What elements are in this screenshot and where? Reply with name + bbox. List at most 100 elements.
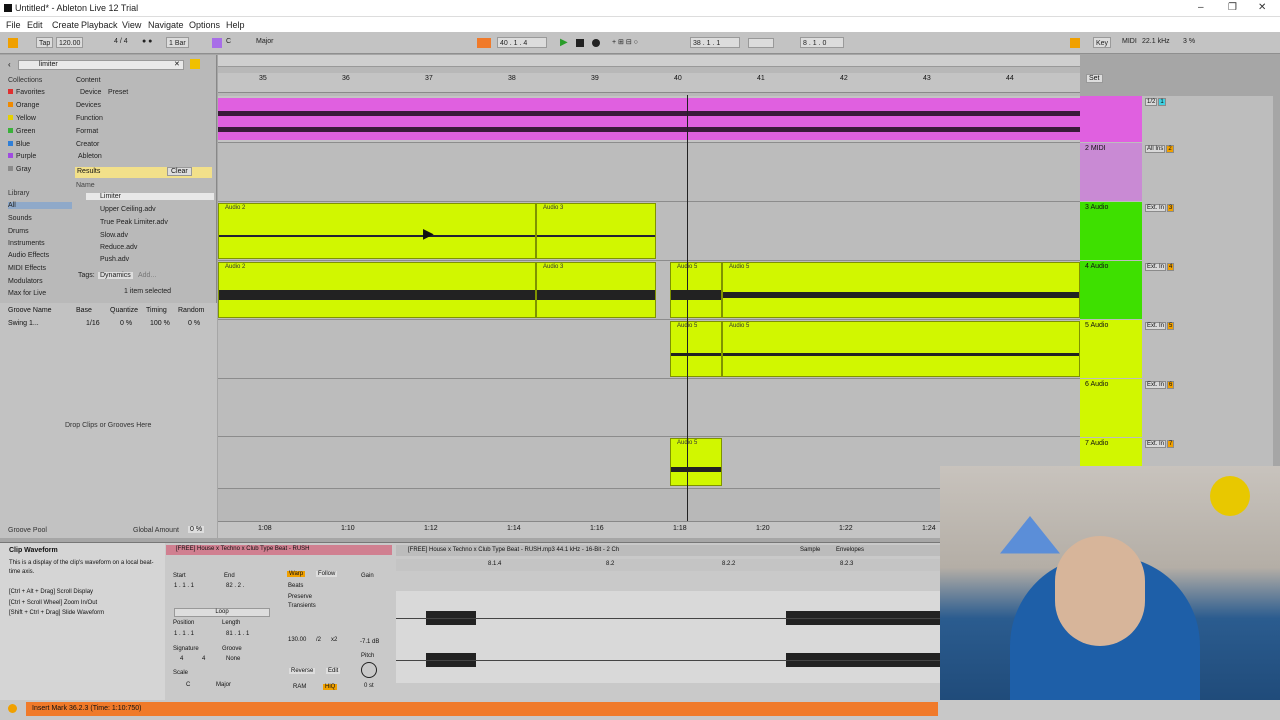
beat-ruler[interactable]: 35 36 37 38 39 40 41 42 43 44 <box>218 73 1080 93</box>
track-header-7[interactable]: 7 Audio <box>1080 438 1142 468</box>
clip-audio-3[interactable]: Audio 3 <box>536 203 656 259</box>
result-item[interactable]: Slow.adv <box>86 232 214 239</box>
half-tempo-button[interactable]: /2 <box>316 637 321 643</box>
collection-orange[interactable]: Orange <box>8 102 39 109</box>
length-field[interactable]: 81 . 1 . 1 <box>226 631 249 637</box>
minimize-icon[interactable]: – <box>1198 2 1204 13</box>
scale-key-select[interactable]: C <box>186 682 190 688</box>
track-header-2[interactable]: 2 MIDI <box>1080 143 1142 201</box>
loop-start-field[interactable]: 38 . 1 . 1 <box>690 37 740 48</box>
transients-select[interactable]: Transients <box>288 603 316 609</box>
clip-name-bar[interactable]: [FREE] House x Techno x Club Type Beat -… <box>166 545 392 555</box>
midi-map-button[interactable]: MIDI <box>1122 38 1137 45</box>
name-column-header[interactable]: Name <box>76 182 95 189</box>
filter-content[interactable]: Content <box>76 77 101 84</box>
track-7-input[interactable]: Ext. In 7 <box>1145 440 1175 448</box>
gain-value[interactable]: -7.1 dB <box>360 639 379 645</box>
clip-audio-5[interactable]: Audio 5 <box>722 321 1080 377</box>
play-icon[interactable]: ▶ <box>560 37 568 48</box>
filter-ableton[interactable]: Ableton <box>78 153 102 160</box>
groove-row-timing[interactable]: 100 % <box>150 320 170 327</box>
quantize-select[interactable]: 1 Bar <box>166 37 189 48</box>
track-lane-1[interactable] <box>218 96 1080 143</box>
track-4-input[interactable]: Ext. In 4 <box>1145 263 1175 271</box>
clear-button[interactable]: Clear <box>167 167 192 176</box>
position-field[interactable]: 1 . 1 . 1 <box>174 631 194 637</box>
clear-search-icon[interactable]: ✕ <box>174 60 180 68</box>
clip-audio-5[interactable]: Audio 5 <box>670 262 722 318</box>
result-item[interactable]: Reduce.adv <box>86 244 214 251</box>
groove-row-base[interactable]: 1/16 <box>86 320 100 327</box>
menu-file[interactable]: File <box>6 20 21 30</box>
track-3-input[interactable]: Ext. In 3 <box>1145 204 1175 212</box>
filter-devices[interactable]: Devices <box>76 102 101 109</box>
filter-format[interactable]: Format <box>76 128 98 135</box>
menu-create[interactable]: Create <box>52 20 79 30</box>
key-map-button[interactable]: Key <box>1093 37 1112 48</box>
menu-options[interactable]: Options <box>189 20 220 30</box>
track-lane-3[interactable]: Audio 2 Audio 3 <box>218 202 1080 261</box>
groove-select[interactable]: None <box>226 656 240 662</box>
scroll-bar[interactable] <box>218 55 1080 67</box>
global-amount-field[interactable]: 0 % <box>188 526 205 533</box>
record-icon[interactable] <box>592 39 600 47</box>
pitch-knob[interactable] <box>361 662 377 678</box>
bpm-field[interactable]: 130.00 <box>288 637 306 643</box>
signature-numerator[interactable]: 4 <box>180 656 183 662</box>
clip-audio-2[interactable]: Audio 2 <box>218 262 536 318</box>
ram-button[interactable]: RAM <box>293 684 306 690</box>
scale-select[interactable]: Major <box>256 38 274 45</box>
library-audio-effects[interactable]: Audio Effects <box>8 252 49 259</box>
scale-mode-select[interactable]: Major <box>216 682 231 688</box>
track-lane-5[interactable]: Audio 5 Audio 5 <box>218 320 1080 379</box>
warp-mode-select[interactable]: Beats <box>288 583 303 589</box>
groove-row-name[interactable]: Swing 1... <box>8 320 39 327</box>
menu-help[interactable]: Help <box>226 20 245 30</box>
result-item[interactable]: Upper Ceiling.adv <box>86 206 214 213</box>
clip-audio-5[interactable]: Audio 5 <box>670 438 722 486</box>
double-tempo-button[interactable]: x2 <box>331 637 337 643</box>
track-header-3[interactable]: 3 Audio <box>1080 202 1142 260</box>
track-lane-6[interactable] <box>218 379 1080 437</box>
follow-icon[interactable] <box>477 38 491 48</box>
link-icon[interactable] <box>8 38 18 48</box>
result-item[interactable]: Limiter <box>86 193 214 200</box>
track-1-input[interactable]: 1/2 1 <box>1145 98 1167 106</box>
track-lane-2[interactable] <box>218 143 1080 202</box>
track-header-5[interactable]: 5 Audio <box>1080 320 1142 378</box>
groove-row-random[interactable]: 0 % <box>188 320 200 327</box>
sample-waveform-display[interactable] <box>396 591 945 683</box>
clip-audio-1[interactable] <box>218 98 1080 140</box>
close-icon[interactable]: ✕ <box>1258 2 1266 13</box>
filter-preset[interactable]: Preset <box>108 89 128 96</box>
menu-view[interactable]: View <box>122 20 141 30</box>
follow-button[interactable]: Follow <box>316 571 338 577</box>
metronome-icon[interactable]: ● ● <box>142 38 152 45</box>
clip-audio-5[interactable]: Audio 5 <box>670 321 722 377</box>
tag-add-button[interactable]: Add... <box>138 272 156 279</box>
set-locator-button[interactable]: Set <box>1086 74 1103 83</box>
signature-denominator[interactable]: 4 <box>202 656 205 662</box>
track-header-1[interactable] <box>1080 96 1142 142</box>
track-header-4[interactable]: 4 Audio <box>1080 261 1142 319</box>
library-instruments[interactable]: Instruments <box>8 240 45 247</box>
clip-audio-3[interactable]: Audio 3 <box>536 262 656 318</box>
tab-sample[interactable]: Sample <box>800 547 820 553</box>
collection-gray[interactable]: Gray <box>8 166 31 173</box>
time-signature[interactable]: 4 / 4 <box>114 38 128 45</box>
overdub-icons[interactable]: + ⊞ ⊟ ○ <box>612 38 638 46</box>
scale-mode-icon[interactable] <box>212 38 222 48</box>
end-field[interactable]: 82 . 2 . <box>226 583 244 589</box>
library-all[interactable]: All <box>8 202 72 209</box>
clip-audio-2[interactable]: Audio 2 <box>218 203 536 259</box>
sample-ruler[interactable]: 8.1.4 8.2 8.2.2 8.2.3 <box>396 559 945 571</box>
edit-button[interactable]: Edit <box>326 668 341 674</box>
reverse-button[interactable]: Reverse <box>289 668 316 674</box>
stop-icon[interactable] <box>576 39 584 47</box>
start-field[interactable]: 1 . 1 . 1 <box>174 583 194 589</box>
collection-green[interactable]: Green <box>8 128 35 135</box>
track-5-input[interactable]: Ext. In 5 <box>1145 322 1175 330</box>
tap-button[interactable]: Tap <box>36 37 54 48</box>
tag-dynamics[interactable]: Dynamics <box>98 272 133 279</box>
menu-navigate[interactable]: Navigate <box>148 20 184 30</box>
